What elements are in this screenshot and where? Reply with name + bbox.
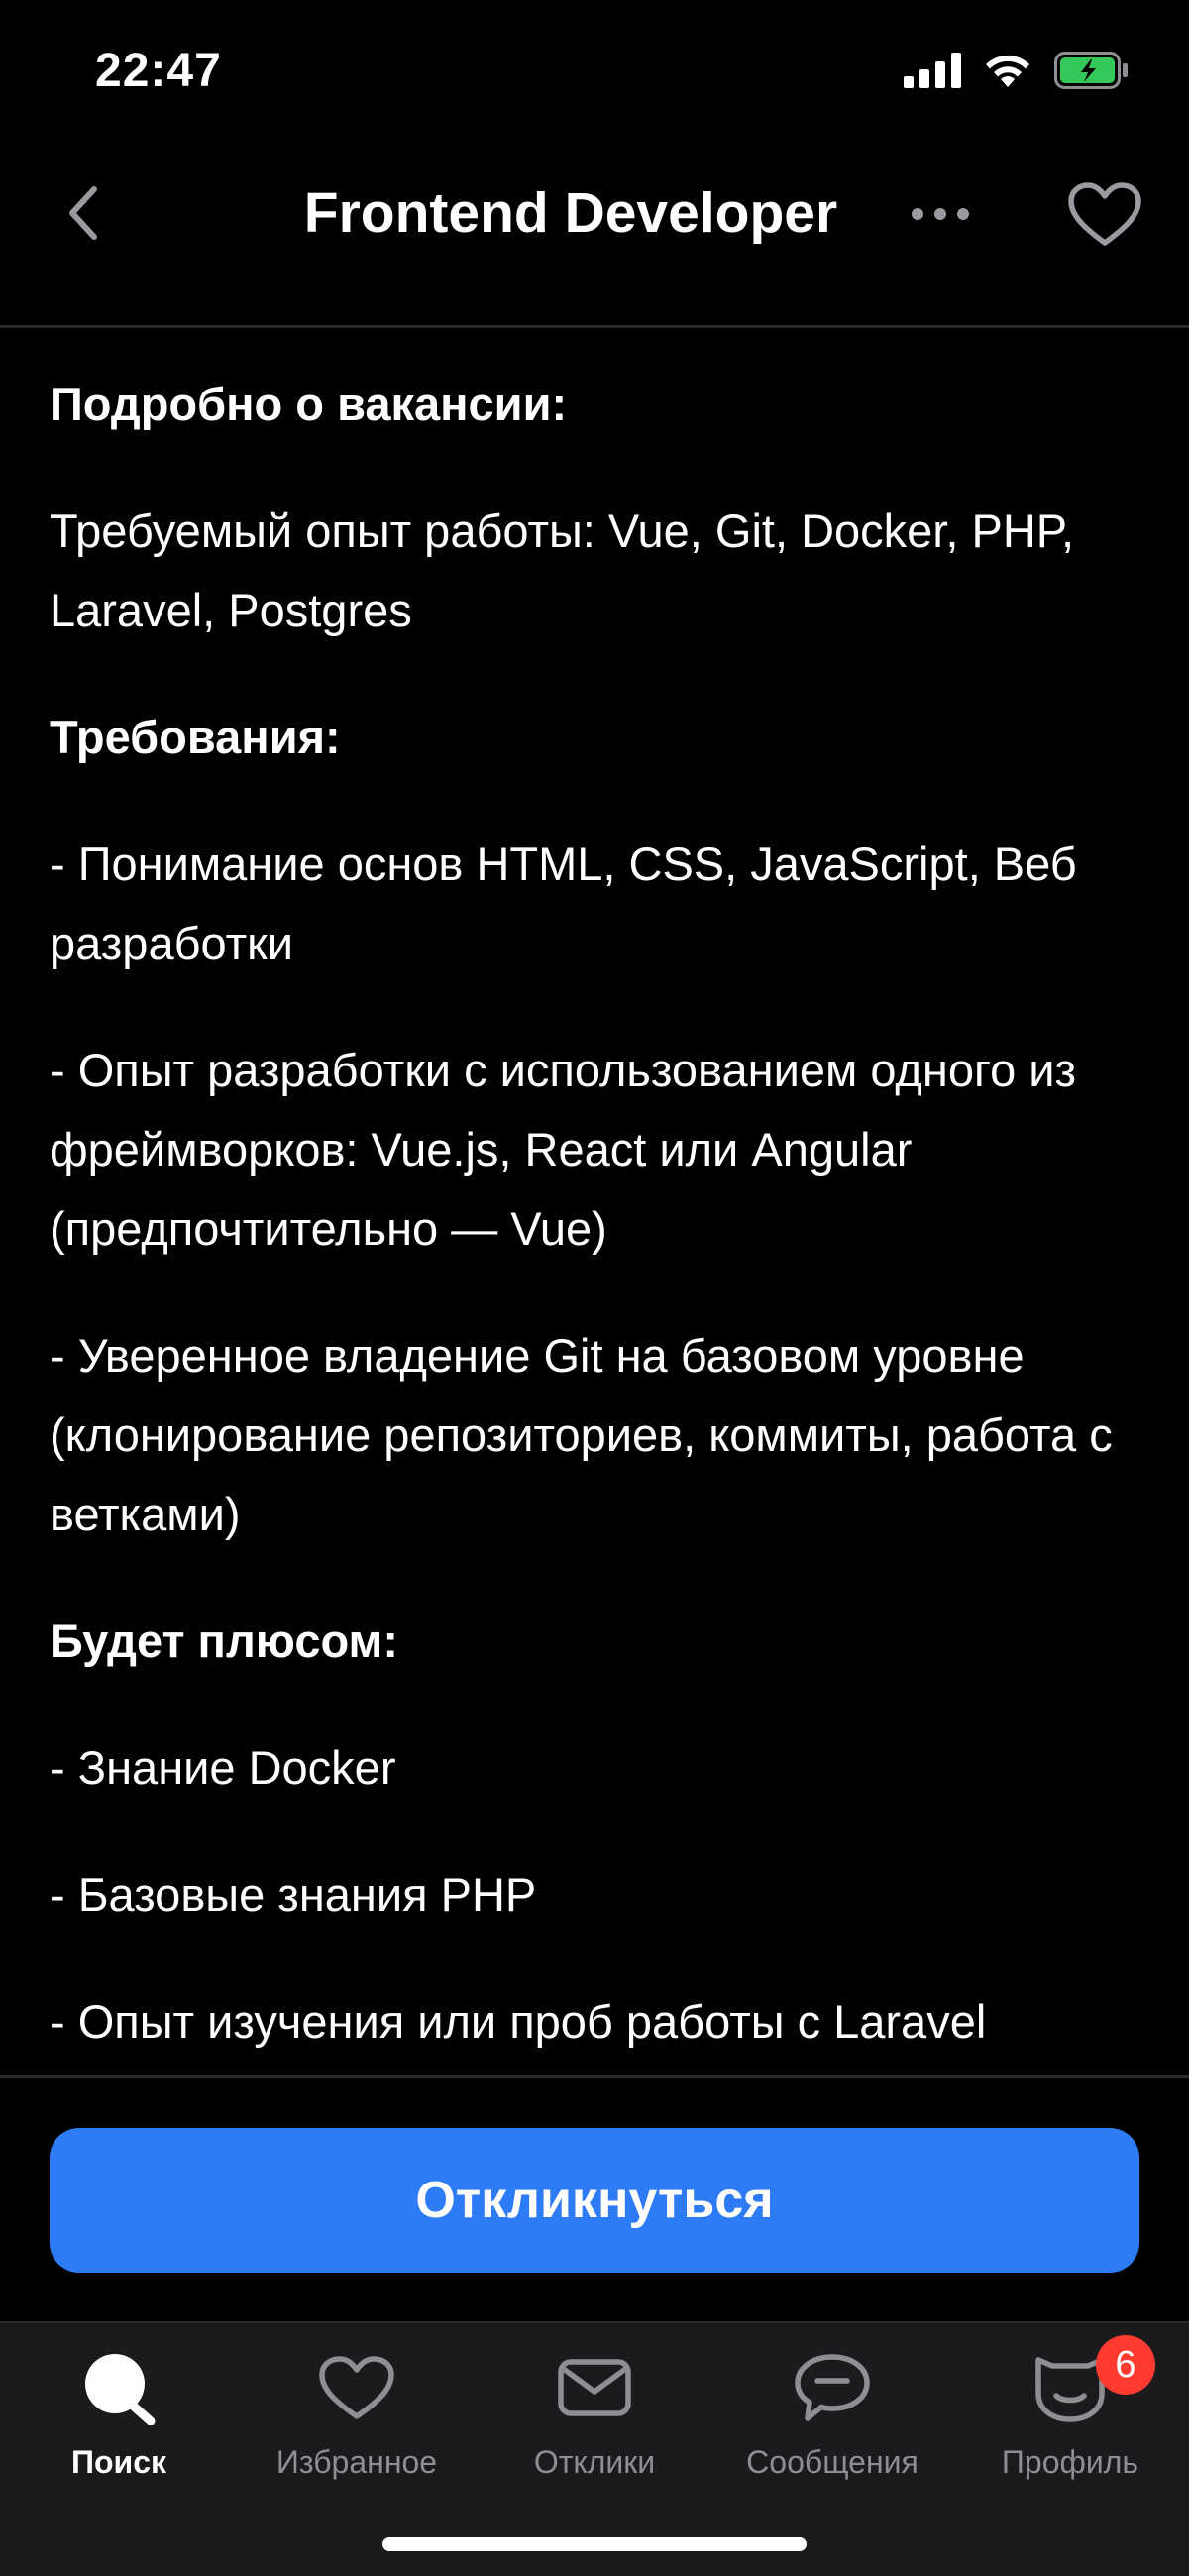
chat-bubble-icon <box>794 2343 871 2432</box>
section-heading-details: Подробно о вакансии: <box>50 378 568 430</box>
heart-outline-icon <box>1068 182 1141 246</box>
tab-profile[interactable]: 6 Профиль <box>951 2335 1189 2492</box>
tab-label: Отклики <box>533 2444 656 2480</box>
apply-button[interactable]: Откликнуться <box>50 2128 1139 2273</box>
header: Frontend Developer <box>0 149 1189 328</box>
tab-responses[interactable]: Отклики <box>476 2343 713 2492</box>
profile-icon: 6 <box>1032 2335 1155 2432</box>
plus-item: - Опыт изучения или проб работы с Larave… <box>50 1995 987 2048</box>
plus-item: - Базовые знания PHP <box>50 1868 537 1921</box>
cellular-signal-icon <box>904 53 961 93</box>
envelope-icon <box>557 2343 632 2432</box>
section-heading-requirements: Требования: <box>50 711 341 763</box>
tab-favorites[interactable]: Избранное <box>238 2343 476 2492</box>
tab-label: Профиль <box>1001 2444 1139 2480</box>
vacancy-description: Подробно о вакансии: Требуемый опыт рабо… <box>50 327 1149 2075</box>
heart-icon <box>318 2343 395 2432</box>
tab-label: Сообщения <box>746 2444 919 2480</box>
more-button[interactable] <box>904 184 977 244</box>
notification-badge: 6 <box>1096 2335 1155 2395</box>
home-indicator <box>382 2537 807 2551</box>
status-bar: 22:47 <box>0 0 1189 149</box>
wifi-icon <box>983 52 1032 94</box>
battery-charging-icon <box>1054 52 1130 94</box>
plus-item: - Знание Docker <box>50 1741 396 1794</box>
requirement-item: - Понимание основ HTML, CSS, JavaScript,… <box>50 838 1077 969</box>
requirement-item: - Уверенное владение Git на базовом уров… <box>50 1329 1113 1540</box>
cta-area: Откликнуться <box>0 2075 1189 2324</box>
search-icon <box>81 2343 157 2432</box>
requirement-item: - Опыт разработки с использованием одног… <box>50 1044 1077 1255</box>
status-time: 22:47 <box>95 45 222 97</box>
page-title: Frontend Developer <box>303 181 838 245</box>
tab-messages[interactable]: Сообщения <box>713 2343 951 2492</box>
experience-text: Требуемый опыт работы: Vue, Git, Docker,… <box>50 504 1075 636</box>
favorite-button[interactable] <box>1060 174 1149 254</box>
tab-bar: Поиск Избранное Отклики Сообщения 6 Проф… <box>0 2321 1189 2576</box>
more-horizontal-icon <box>912 208 969 220</box>
status-icons <box>904 52 1130 94</box>
tab-search[interactable]: Поиск <box>0 2343 238 2492</box>
tab-label: Избранное <box>275 2444 438 2480</box>
tab-label: Поиск <box>70 2444 167 2480</box>
section-heading-plus: Будет плюсом: <box>50 1615 398 1667</box>
